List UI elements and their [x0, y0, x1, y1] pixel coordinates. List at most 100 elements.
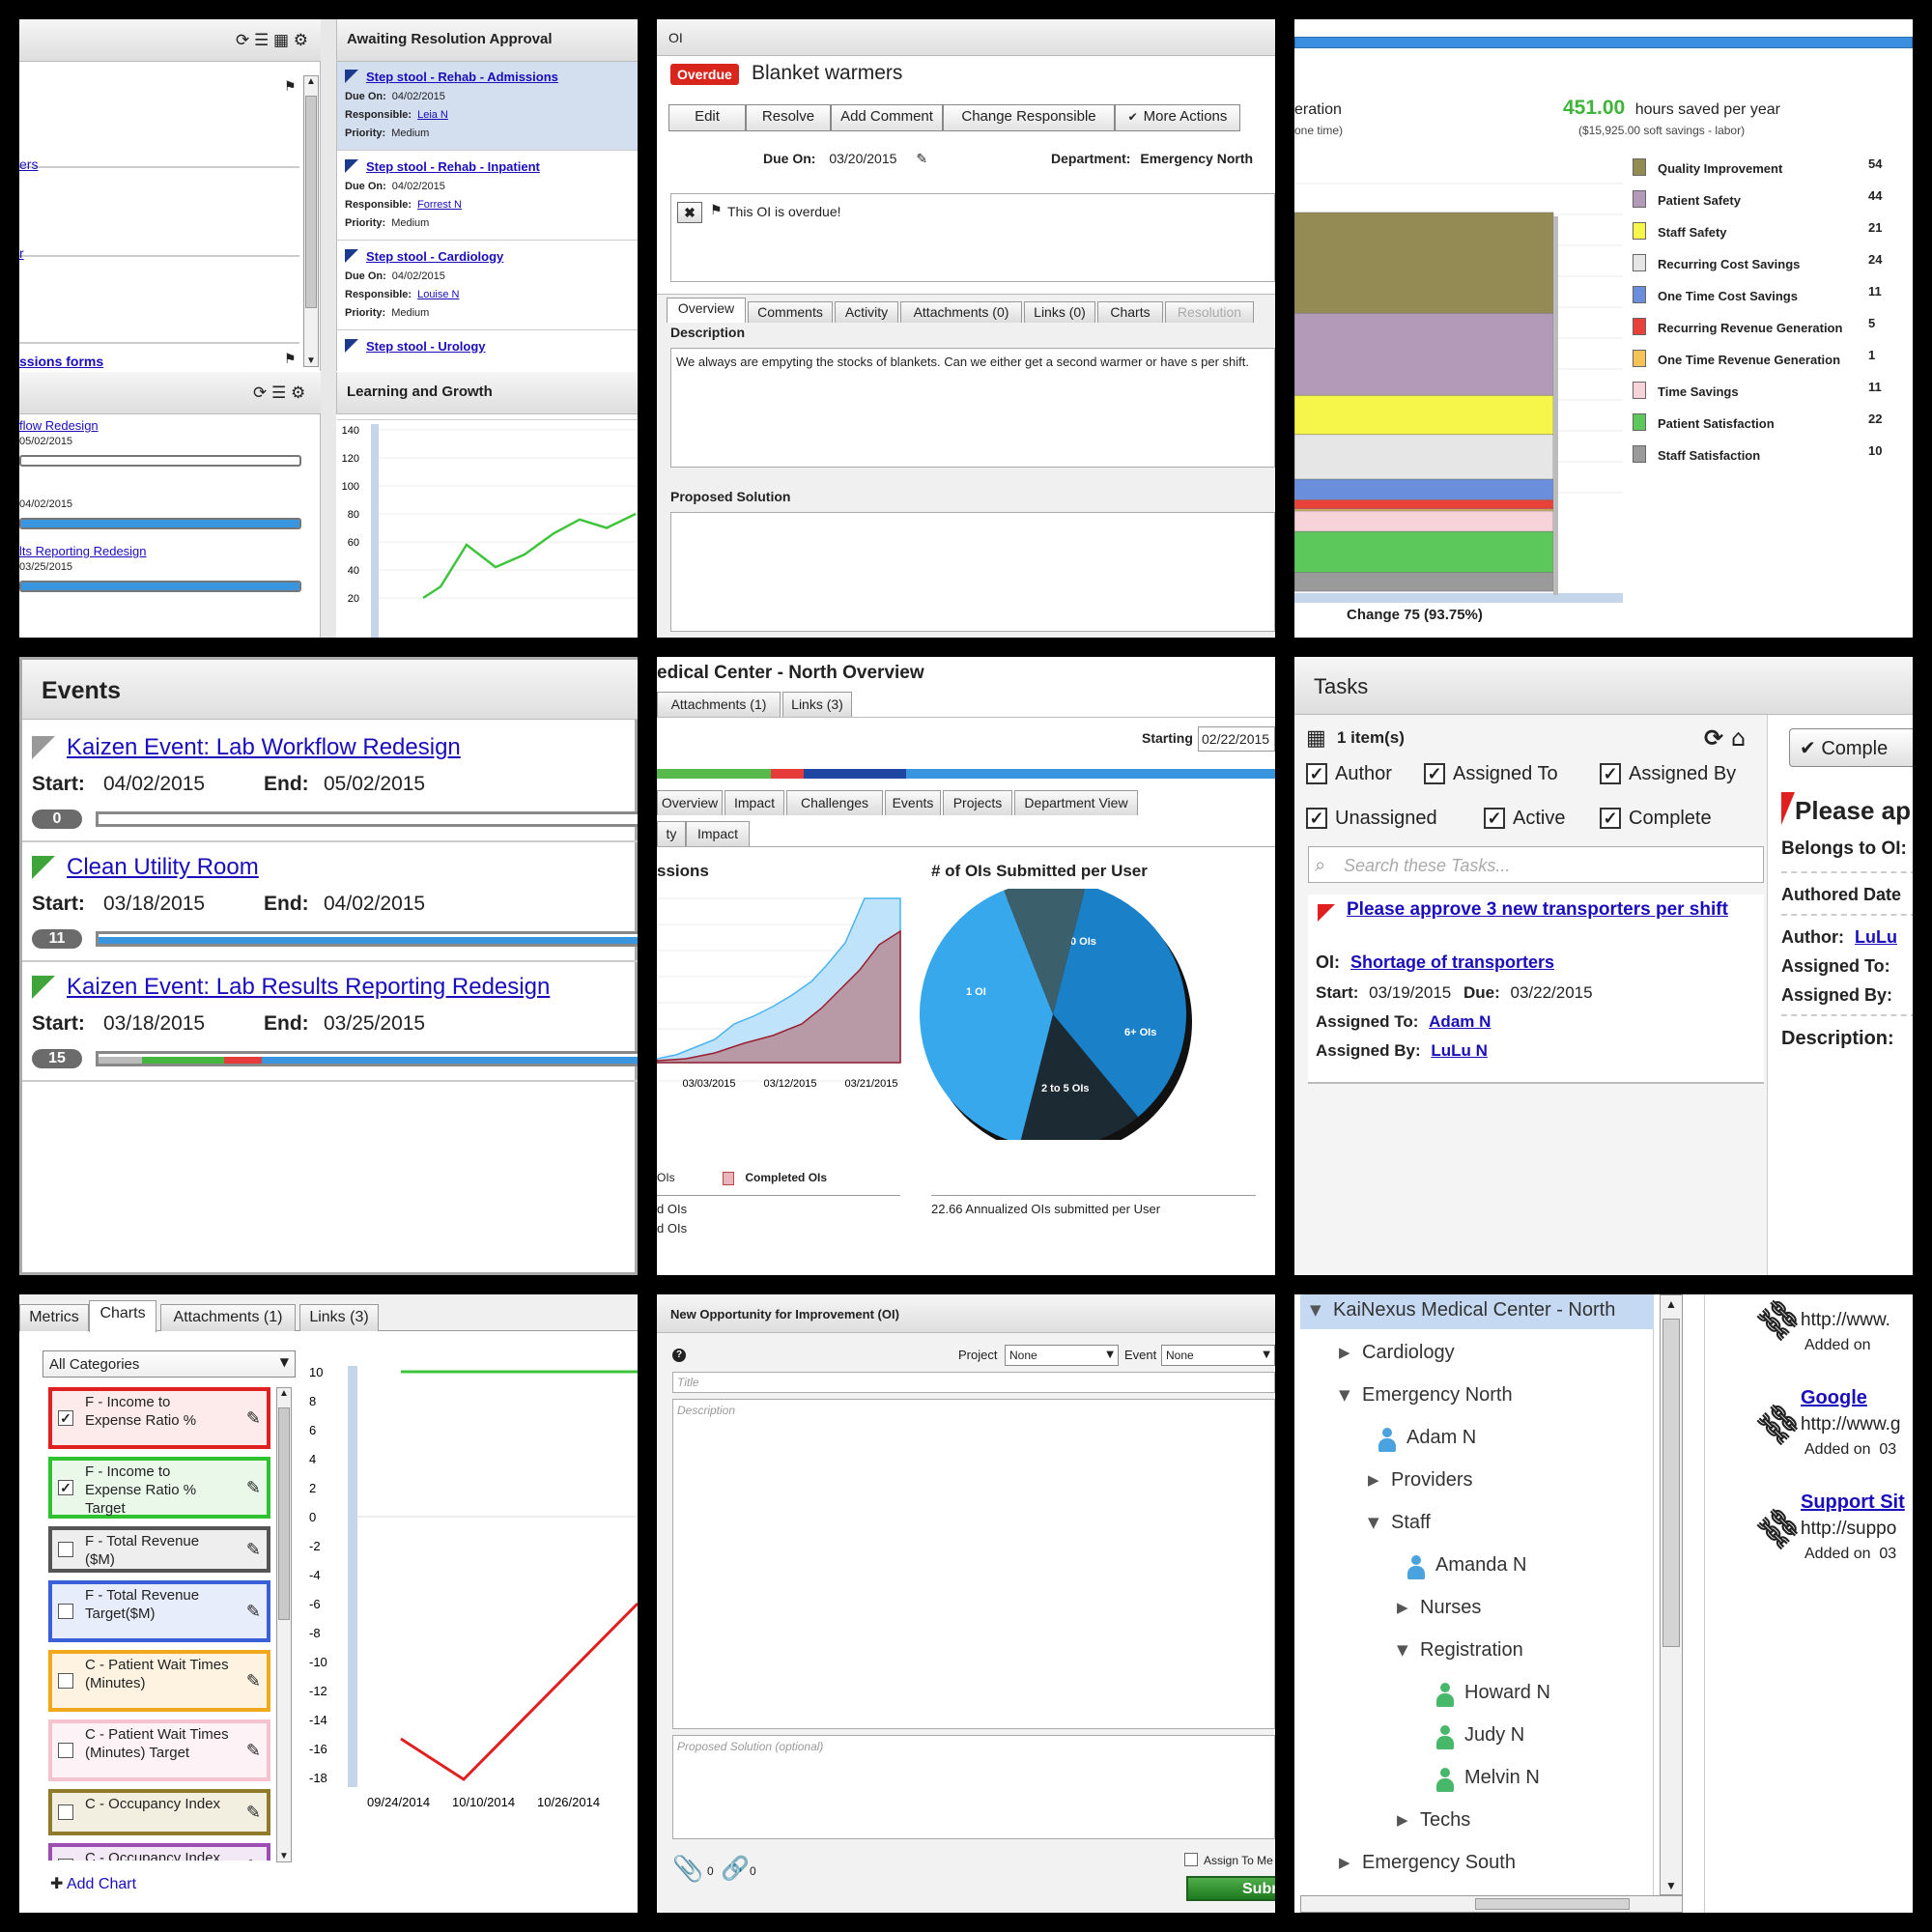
event-title-link[interactable]: Kaizen Event: Lab Workflow Redesign [67, 734, 461, 761]
metric-checkbox[interactable] [58, 1542, 73, 1557]
help-icon[interactable]: ? [672, 1349, 686, 1362]
description-textarea[interactable]: Description [672, 1399, 1275, 1729]
tree-node[interactable]: ▶ Emergency South [1300, 1847, 1654, 1882]
left-link-3[interactable]: ssions forms [19, 354, 103, 369]
caret-right-icon[interactable]: ▶ [1397, 1599, 1408, 1616]
tree-node[interactable]: ▶ Techs [1300, 1804, 1654, 1839]
sub-tab[interactable]: ty [657, 821, 686, 846]
tree-node[interactable]: ▼ Emergency North [1300, 1379, 1654, 1414]
metric-checkbox[interactable]: ✓ [58, 1410, 73, 1426]
refresh-icon[interactable]: ⟳ [236, 31, 249, 50]
event-link[interactable]: lts Reporting Redesign [19, 544, 147, 558]
event-title-link[interactable]: Kaizen Event: Lab Results Reporting Rede… [67, 974, 550, 1001]
task-card[interactable]: Please approve 3 new transporters per sh… [1308, 895, 1764, 1084]
tab-events[interactable]: Events [885, 790, 941, 815]
tree-node[interactable]: ▶ Providers [1300, 1464, 1654, 1499]
tab-activity[interactable]: Activity [835, 301, 898, 323]
filter-assigned-to[interactable]: ✓ Assigned To [1424, 763, 1558, 785]
filter-author[interactable]: ✓ Author [1306, 763, 1392, 785]
tab-resolution[interactable]: Resolution [1165, 301, 1254, 323]
list-icon[interactable]: ☰ [254, 31, 269, 50]
close-icon[interactable]: ✖ [677, 202, 702, 223]
pencil-icon[interactable]: ✎ [246, 1857, 261, 1861]
caret-down-icon[interactable]: ▼ [1339, 1386, 1350, 1404]
metric-item[interactable]: ✓ F - Income to Expense Ratio % ✎ [48, 1387, 270, 1449]
tab-department-view[interactable]: Department View [1014, 790, 1138, 815]
add-chart-link[interactable]: Add Chart [67, 1876, 136, 1892]
link-title[interactable]: Support Sit [1801, 1492, 1905, 1514]
add-comment-button[interactable]: Add Comment [831, 104, 943, 131]
tree-node[interactable]: Howard N [1300, 1677, 1654, 1712]
left-link-2[interactable]: r [19, 245, 24, 261]
checkbox[interactable]: ✓ [1424, 763, 1445, 784]
metric-checkbox[interactable] [58, 1859, 73, 1861]
approval-item[interactable]: Step stool - Cardiology Due On: 04/02/2015… [337, 242, 638, 330]
tab-impact[interactable]: Impact [724, 790, 784, 815]
metric-item[interactable]: F - Total Revenue ($M) ✎ [48, 1526, 270, 1573]
checkbox[interactable]: ✓ [1600, 808, 1621, 829]
tree-node[interactable]: ▼ Staff [1300, 1507, 1654, 1542]
metric-checkbox[interactable] [58, 1604, 73, 1619]
approval-title[interactable]: Step stool - Cardiology [366, 249, 503, 264]
filter-complete[interactable]: ✓ Complete [1600, 808, 1712, 830]
refresh-icon[interactable]: ⟳ [1704, 724, 1723, 752]
approval-resp[interactable]: Forrest N [417, 199, 462, 211]
tree-node[interactable]: Judy N [1300, 1719, 1654, 1754]
paperclip-icon[interactable]: 📎 [672, 1855, 703, 1884]
tree-node[interactable]: ▶ Nurses [1300, 1592, 1654, 1627]
tab-charts[interactable]: Charts [1097, 301, 1163, 323]
pencil-icon[interactable]: ✎ [246, 1671, 261, 1691]
caret-down-icon[interactable]: ▼ [1310, 1301, 1321, 1319]
author-link[interactable]: LuLu [1855, 927, 1897, 947]
scrollbar[interactable]: ▲ ▼ [276, 1387, 292, 1862]
metric-item[interactable]: C - Occupancy Index Target ✎ [48, 1843, 270, 1861]
caret-down-icon[interactable]: ▼ [1368, 1514, 1379, 1531]
tab-links-[interactable]: Links (3) [299, 1304, 379, 1331]
description-box[interactable]: We always are empyting the stocks of bla… [670, 348, 1275, 468]
title-input[interactable]: Title [672, 1372, 1275, 1393]
approval-resp[interactable]: Leia N [417, 109, 448, 121]
tab-projects[interactable]: Projects [943, 790, 1012, 815]
filter-active[interactable]: ✓ Active [1484, 808, 1565, 830]
tree-node[interactable]: ▼ KaiNexus Medical Center - North [1300, 1294, 1654, 1329]
metric-checkbox[interactable] [58, 1804, 73, 1820]
tree-node[interactable]: ▼ Registration [1300, 1634, 1654, 1669]
more-actions-button[interactable]: ✔ More Actions [1115, 104, 1240, 131]
event-title-link[interactable]: Clean Utility Room [67, 854, 259, 881]
assigned-to-link[interactable]: Adam N [1429, 1012, 1491, 1031]
top-tab[interactable]: Links (3) [782, 692, 852, 717]
tree-node[interactable]: Adam N [1300, 1422, 1654, 1457]
caret-right-icon[interactable]: ▶ [1368, 1471, 1379, 1489]
tab-overview[interactable]: Overview [657, 790, 723, 815]
list-icon[interactable]: ☰ [271, 384, 286, 403]
checkbox[interactable]: ✓ [1306, 808, 1327, 829]
tree-node[interactable]: ▶ Cardiology [1300, 1337, 1654, 1372]
approval-resp[interactable]: Louise N [417, 289, 459, 300]
approval-title[interactable]: Step stool - Rehab - Admissions [366, 70, 558, 84]
metric-item[interactable]: C - Occupancy Index ✎ [48, 1789, 270, 1835]
tab-metrics[interactable]: Metrics [19, 1304, 89, 1331]
submit-button[interactable]: Subm [1186, 1876, 1275, 1901]
gear-icon[interactable]: ⚙ [294, 31, 308, 50]
event-link[interactable]: flow Redesign [19, 418, 99, 433]
refresh-icon[interactable]: ⟳ [253, 384, 267, 403]
approval-title[interactable]: Step stool - Rehab - Inpatient [366, 159, 540, 174]
top-tab[interactable]: Attachments (1) [657, 692, 781, 717]
project-select[interactable]: None ▼ [1005, 1345, 1119, 1366]
gear-icon[interactable]: ⚙ [291, 384, 305, 403]
caret-down-icon[interactable]: ▼ [1397, 1641, 1408, 1659]
metric-item[interactable]: C - Patient Wait Times (Minutes) Target ✎ [48, 1719, 270, 1781]
flag-icon[interactable]: ⚑ [284, 352, 297, 367]
metric-checkbox[interactable] [58, 1743, 73, 1758]
pencil-icon[interactable]: ✎ [916, 152, 927, 167]
tree-node[interactable]: Amanda N [1300, 1549, 1654, 1584]
tree-node[interactable]: Melvin N [1300, 1762, 1654, 1797]
caret-right-icon[interactable]: ▶ [1397, 1811, 1408, 1829]
search-input[interactable]: ⌕ Search these Tasks... [1308, 846, 1764, 883]
complete-button[interactable]: ✔ Comple [1789, 728, 1913, 767]
scrollbar[interactable]: ▲ ▼ [1660, 1294, 1683, 1895]
tab-attachments-[interactable]: Attachments (0) [900, 301, 1022, 323]
left-link-1[interactable]: ers [19, 156, 38, 172]
metric-item[interactable]: ✓ F - Income to Expense Ratio % Target ✎ [48, 1457, 270, 1519]
home-icon[interactable]: ⌂ [1731, 724, 1746, 752]
